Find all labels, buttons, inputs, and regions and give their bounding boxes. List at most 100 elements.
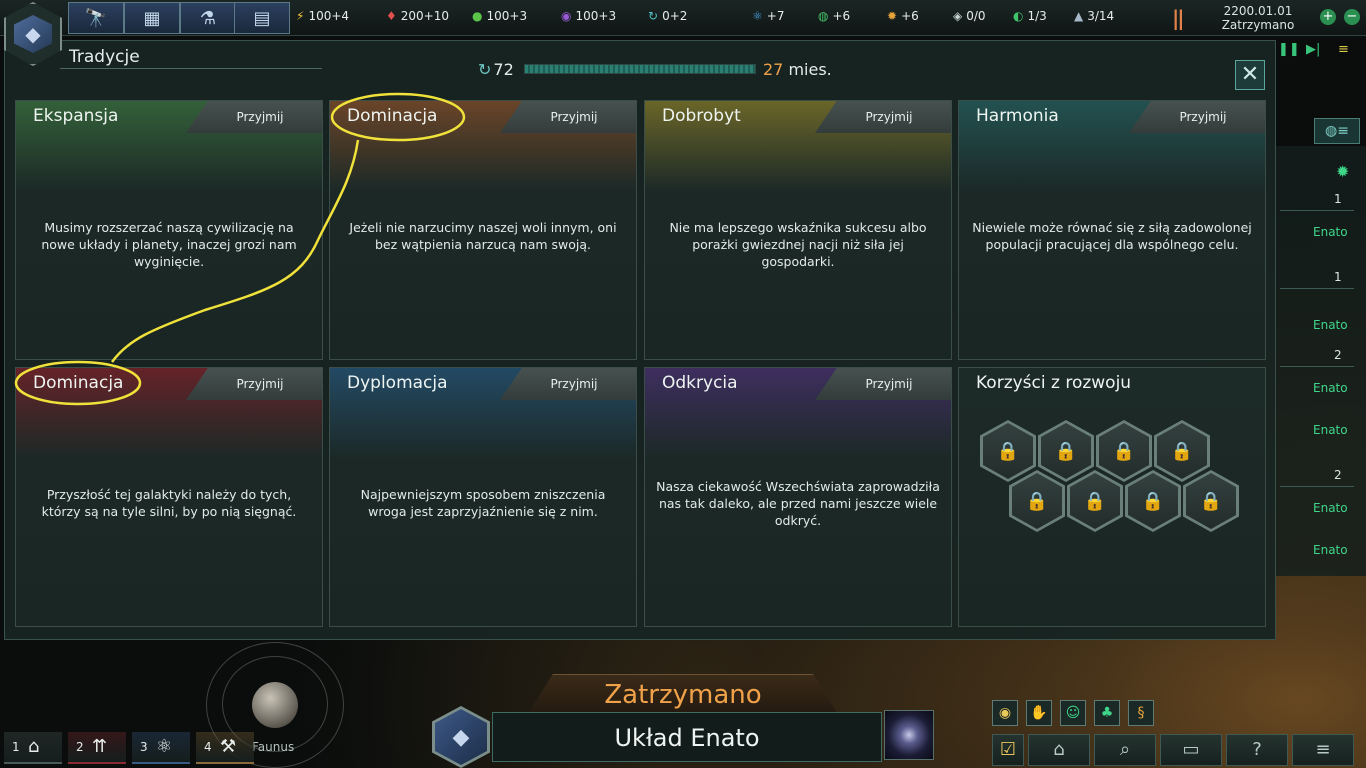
outliner-item[interactable]: Enato [1313, 543, 1348, 557]
planet-faunus[interactable] [252, 682, 298, 728]
lock-icon: 🔒 [1099, 423, 1149, 479]
date-display: 2200.01.01 Zatrzymano [1210, 4, 1306, 32]
tradition-description: Jeżeli nie narzucimy naszej woli innym, … [349, 220, 617, 252]
tree-icon[interactable]: ♣ [1094, 700, 1120, 726]
settings-gear-icon[interactable]: ✹ [1336, 162, 1349, 181]
species-icon[interactable]: ☺ [1060, 700, 1086, 726]
resource-4[interactable]: ↻ 0+2 [648, 9, 687, 23]
outliner-divider [1280, 366, 1354, 367]
resource-6[interactable]: ◍ +6 [818, 9, 850, 23]
military-icon: ⇈ [92, 736, 108, 757]
help-icon[interactable]: ? [1226, 734, 1288, 766]
empire-flag-icon: ◆ [435, 709, 487, 765]
adopt-button[interactable]: Przyjmij [815, 101, 951, 133]
tradition-card[interactable]: Ekspansja Przyjmij Musimy rozszerzać nas… [15, 100, 323, 360]
unity-value: 72 [493, 60, 514, 79]
control-group-slot[interactable]: 4 ⚒ [196, 732, 254, 764]
adopt-button[interactable]: Przyjmij [815, 368, 951, 400]
control-group-slot[interactable]: 2 ⇈ [68, 732, 126, 764]
resource-8[interactable]: ◈ 0/0 [953, 9, 986, 23]
planets-overview-icon[interactable]: ▦ [124, 2, 180, 34]
tradition-card[interactable]: Dobrobyt Przyjmij Nie ma lepszego wskaźn… [644, 100, 952, 360]
handshake-icon[interactable]: ✋ [1026, 700, 1052, 726]
checklist-icon[interactable]: ☑ [992, 734, 1024, 766]
resource-1[interactable]: ♦ 200+10 [386, 9, 449, 23]
tradition-name: Dominacja [347, 106, 438, 126]
control-group-slot[interactable]: 3 ⚛ [132, 732, 190, 764]
adopt-button[interactable]: Przyjmij [186, 368, 322, 400]
ships-overview-icon[interactable]: ▤ [234, 2, 290, 34]
outliner-item[interactable]: Enato [1313, 423, 1348, 437]
tradition-name: Dyplomacja [347, 373, 448, 393]
outliner-count: 2 [1334, 348, 1342, 362]
situation-log-icon[interactable]: 🔭 [68, 2, 124, 34]
outliner-item[interactable]: Enato [1313, 381, 1348, 395]
game-status-text: Zatrzymano [1221, 18, 1295, 32]
outliner-item[interactable]: Enato [1313, 501, 1348, 515]
system-name-box[interactable]: Układ Enato [492, 712, 882, 762]
resource-5[interactable]: ⚛ +7 [752, 9, 784, 23]
resource-7[interactable]: ✹ +6 [887, 9, 919, 23]
bottom-emblem[interactable]: ◆ [432, 706, 490, 768]
energy-icon: ⚡ [296, 9, 305, 23]
unity-display: ↻ 72 [478, 60, 514, 79]
tradition-card[interactable]: Dyplomacja Przyjmij Najpewniejszym sposo… [329, 367, 637, 627]
outliner-toggle-icon[interactable]: ◍≡ [1314, 118, 1360, 144]
food-icon: ● [472, 9, 483, 23]
speed-up-button[interactable]: + [1320, 9, 1336, 25]
planet-label: Faunus [252, 740, 295, 754]
resource-3[interactable]: ◉ 100+3 [561, 9, 616, 23]
adopt-button[interactable]: Przyjmij [500, 368, 636, 400]
tradition-card[interactable]: Dominacja Przyjmij Jeżeli nie narzucimy … [329, 100, 637, 360]
resource-9[interactable]: ◐ 1/3 [1013, 9, 1047, 23]
window-title: Tradycje [69, 47, 140, 67]
pause-small-icon[interactable]: ❚❚ [1278, 42, 1300, 57]
lock-icon: 🔒 [1128, 473, 1178, 529]
pause-icon[interactable]: || [1172, 6, 1185, 30]
adopt-button[interactable]: Przyjmij [1129, 101, 1265, 133]
outliner-item[interactable]: Enato [1313, 225, 1348, 239]
resource-10[interactable]: ▲ 3/14 [1074, 9, 1114, 23]
colonies-map-icon[interactable]: ⌂ [1028, 734, 1090, 766]
outliner-item[interactable]: Enato [1313, 318, 1348, 332]
tradition-name: Odkrycia [662, 373, 738, 393]
resource-2[interactable]: ● 100+3 [472, 9, 527, 23]
chat-icon[interactable]: ▭ [1160, 734, 1222, 766]
resource-0[interactable]: ⚡ 100+4 [296, 9, 349, 23]
resource-value: 3/14 [1087, 9, 1115, 23]
title-divider [60, 68, 322, 69]
tradition-description: Niewiele może równać się z siłą zadowolo… [972, 220, 1252, 252]
tradition-description: Najpewniejszym sposobem zniszczenia wrog… [360, 487, 606, 519]
lock-icon: 🔒 [1070, 473, 1120, 529]
contacts-icon[interactable]: § [1128, 700, 1154, 726]
construction-icon: ⚒ [220, 736, 237, 757]
resource-value: +6 [901, 9, 919, 23]
close-button[interactable]: ✕ [1235, 60, 1265, 90]
outliner-divider [1280, 288, 1354, 289]
resource-value: 100+4 [308, 9, 350, 23]
tradition-card[interactable]: Odkrycia Przyjmij Nasza ciekawość Wszech… [644, 367, 952, 627]
research-flask-icon[interactable]: ⚗ [180, 2, 236, 34]
minerals-icon: ♦ [386, 9, 397, 23]
search-icon[interactable]: ⌕ [1094, 734, 1156, 766]
tradition-name: Dobrobyt [662, 106, 741, 126]
lock-icon: 🔒 [1041, 423, 1091, 479]
play-icon[interactable]: ▶| [1306, 42, 1320, 57]
lock-icon: 🔒 [983, 423, 1033, 479]
tradition-name: Ekspansja [33, 106, 119, 126]
months-unit: mies. [788, 60, 832, 79]
research-icon: ⚛ [752, 9, 763, 23]
main-menu-icon[interactable]: ≡ [1292, 734, 1354, 766]
speed-menu-icon[interactable]: ≡ [1338, 42, 1349, 57]
science-ship-icon: ⚛ [156, 736, 173, 757]
resource-value: 200+10 [400, 9, 449, 23]
speed-down-button[interactable]: − [1344, 9, 1360, 25]
adopt-button[interactable]: Przyjmij [500, 101, 636, 133]
tradition-card[interactable]: Dominacja Przyjmij Przyszłość tej galakt… [15, 367, 323, 627]
tradition-card[interactable]: Harmonia Przyjmij Niewiele może równać s… [958, 100, 1266, 360]
target-icon[interactable]: ◉ [992, 700, 1018, 726]
control-group-slot[interactable]: 1 ⌂ [4, 732, 62, 764]
galaxy-map-button[interactable] [884, 710, 934, 760]
unity-icon: ↻ [478, 60, 492, 79]
adopt-button[interactable]: Przyjmij [186, 101, 322, 133]
